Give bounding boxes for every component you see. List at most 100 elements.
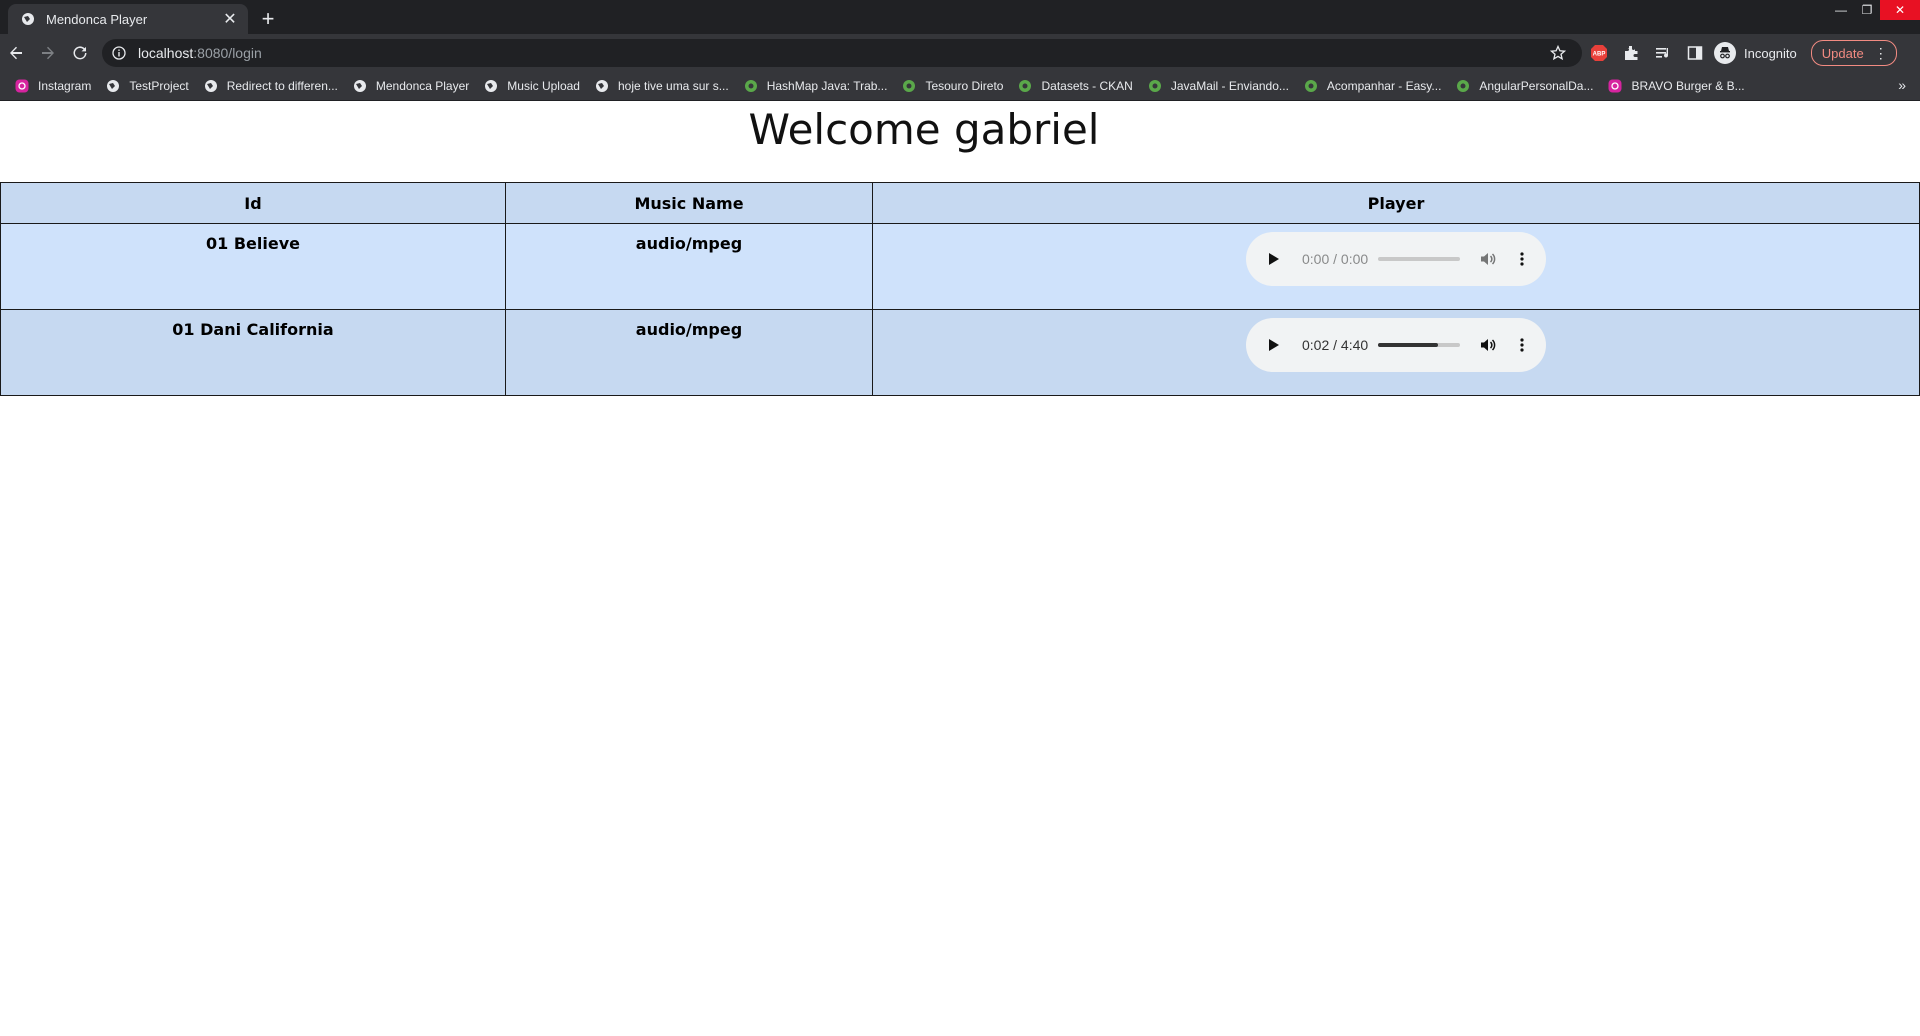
- bookmark-item[interactable]: AngularPersonalDa...: [1455, 78, 1593, 94]
- bookmark-label: HashMap Java: Trab...: [766, 79, 888, 93]
- cell-id: 01 Dani California: [0, 309, 506, 396]
- bookmark-item[interactable]: Music Upload: [483, 78, 580, 94]
- seek-progress: [1378, 343, 1438, 347]
- svg-text:ABP: ABP: [1593, 52, 1606, 58]
- media-controls-icon[interactable]: [1648, 38, 1678, 68]
- update-button[interactable]: Update ⋮: [1810, 40, 1897, 66]
- audio-time: 0:02 / 4:40: [1302, 337, 1369, 353]
- bookmark-label: JavaMail - Enviando...: [1170, 79, 1289, 93]
- incognito-label: Incognito: [1744, 45, 1797, 61]
- incognito-icon: [1714, 42, 1736, 64]
- audio-menu-icon[interactable]: [1514, 252, 1530, 266]
- update-label: Update: [1821, 45, 1864, 61]
- audio-player[interactable]: 0:00 / 0:00: [1246, 232, 1546, 286]
- extensions-icon[interactable]: [1616, 38, 1646, 68]
- cell-player: 0:02 / 4:40: [872, 309, 1920, 396]
- bookmark-item[interactable]: JavaMail - Enviando...: [1147, 78, 1289, 94]
- page-title: Welcome gabriel: [748, 105, 1100, 154]
- more-menu-icon[interactable]: ⋮: [1874, 45, 1888, 62]
- url-text: localhost:8080/login: [138, 45, 262, 61]
- bookmark-item[interactable]: HashMap Java: Trab...: [743, 78, 888, 94]
- restore-icon[interactable]: ❐: [1854, 0, 1880, 20]
- site-icon: [1455, 78, 1471, 94]
- site-icon: [1017, 78, 1033, 94]
- audio-menu-icon[interactable]: [1514, 338, 1530, 352]
- window-close-icon[interactable]: ✕: [1880, 0, 1920, 20]
- bookmark-label: Tesouro Direto: [925, 79, 1004, 93]
- audio-player[interactable]: 0:02 / 4:40: [1246, 318, 1546, 372]
- bookmark-label: Redirect to differen...: [226, 79, 338, 93]
- minimize-icon[interactable]: —: [1828, 0, 1854, 20]
- bookmarks-overflow-icon[interactable]: »: [1898, 77, 1906, 93]
- bookmarks-bar: Instagram TestProject Redirect to differen…: [0, 72, 1920, 101]
- site-icon: [743, 78, 759, 94]
- bookmark-item[interactable]: Acompanhar - Easy...: [1303, 78, 1442, 94]
- bookmark-label: TestProject: [129, 79, 189, 93]
- bookmark-item[interactable]: Mendonca Player: [352, 78, 469, 94]
- incognito-indicator[interactable]: Incognito: [1714, 42, 1797, 64]
- bookmark-label: Music Upload: [507, 79, 580, 93]
- tab-mendonca-player[interactable]: Mendonca Player ✕: [8, 4, 248, 34]
- audio-time: 0:00 / 0:00: [1302, 251, 1369, 267]
- bookmark-label: AngularPersonalDa...: [1479, 79, 1594, 93]
- seek-slider[interactable]: [1378, 343, 1460, 347]
- tab-title: Mendonca Player: [46, 11, 148, 27]
- side-panel-icon[interactable]: [1680, 38, 1710, 68]
- address-bar[interactable]: localhost:8080/login: [102, 39, 1582, 67]
- bookmark-item[interactable]: Instagram: [14, 78, 91, 94]
- site-icon: [1147, 78, 1163, 94]
- bookmark-label: Acompanhar - Easy...: [1326, 79, 1442, 93]
- bookmark-item[interactable]: TestProject: [105, 78, 189, 94]
- tab-strip: Mendonca Player ✕ + — ❐ ✕: [0, 0, 1920, 34]
- site-info-icon[interactable]: [112, 46, 130, 60]
- table-row: 01 Dani California audio/mpeg 0:02 / 4:40: [0, 309, 1920, 396]
- globe-icon: [20, 11, 36, 27]
- volume-icon[interactable]: [1480, 251, 1500, 267]
- table-row: 01 Believe audio/mpeg 0:00 / 0:00: [0, 223, 1920, 310]
- forward-button[interactable]: [32, 37, 64, 69]
- new-tab-button[interactable]: +: [254, 5, 282, 33]
- cell-music-name: audio/mpeg: [505, 223, 873, 310]
- play-icon[interactable]: [1268, 338, 1288, 352]
- bookmark-item[interactable]: hoje tive uma sur s...: [594, 78, 729, 94]
- arrow-right-icon: [42, 46, 54, 60]
- page-content: Welcome gabriel Id Music Name Player 01 …: [0, 101, 1920, 396]
- cell-id: 01 Believe: [0, 223, 506, 310]
- browser-toolbar: localhost:8080/login ABP Incognito Updat…: [0, 34, 1920, 72]
- globe-icon: [594, 78, 610, 94]
- globe-icon: [352, 78, 368, 94]
- window-controls: — ❐ ✕: [1828, 0, 1920, 20]
- bookmark-label: Instagram: [38, 79, 92, 93]
- bookmark-star-icon[interactable]: [1550, 45, 1572, 61]
- site-icon: [1303, 78, 1319, 94]
- music-table: Id Music Name Player 01 Believe audio/mpe…: [0, 182, 1920, 396]
- bookmark-label: Datasets - CKAN: [1041, 79, 1133, 93]
- bookmark-label: Mendonca Player: [375, 79, 470, 93]
- bookmark-item[interactable]: Datasets - CKAN: [1017, 78, 1133, 94]
- adblock-icon[interactable]: ABP: [1584, 38, 1614, 68]
- reload-button[interactable]: [64, 37, 96, 69]
- instagram-icon: [1607, 78, 1623, 94]
- site-icon: [901, 78, 917, 94]
- play-icon[interactable]: [1268, 252, 1288, 266]
- reload-icon: [73, 46, 87, 60]
- cell-player: 0:00 / 0:00: [872, 223, 1920, 310]
- bookmark-item[interactable]: BRAVO Burger & B...: [1607, 78, 1745, 94]
- seek-slider[interactable]: [1378, 257, 1460, 261]
- globe-icon: [203, 78, 219, 94]
- column-header-player: Player: [872, 182, 1920, 224]
- bookmark-label: BRAVO Burger & B...: [1631, 79, 1745, 93]
- globe-icon: [105, 78, 121, 94]
- back-button[interactable]: [0, 37, 32, 69]
- arrow-left-icon: [10, 46, 22, 60]
- table-header-row: Id Music Name Player: [0, 182, 1920, 224]
- volume-icon[interactable]: [1480, 337, 1500, 353]
- bookmark-label: hoje tive uma sur s...: [617, 79, 729, 93]
- globe-icon: [483, 78, 499, 94]
- instagram-icon: [14, 78, 30, 94]
- close-tab-icon[interactable]: ✕: [220, 9, 240, 29]
- bookmark-item[interactable]: Tesouro Direto: [901, 78, 1003, 94]
- column-header-music-name: Music Name: [505, 182, 873, 224]
- column-header-id: Id: [0, 182, 506, 224]
- bookmark-item[interactable]: Redirect to differen...: [203, 78, 338, 94]
